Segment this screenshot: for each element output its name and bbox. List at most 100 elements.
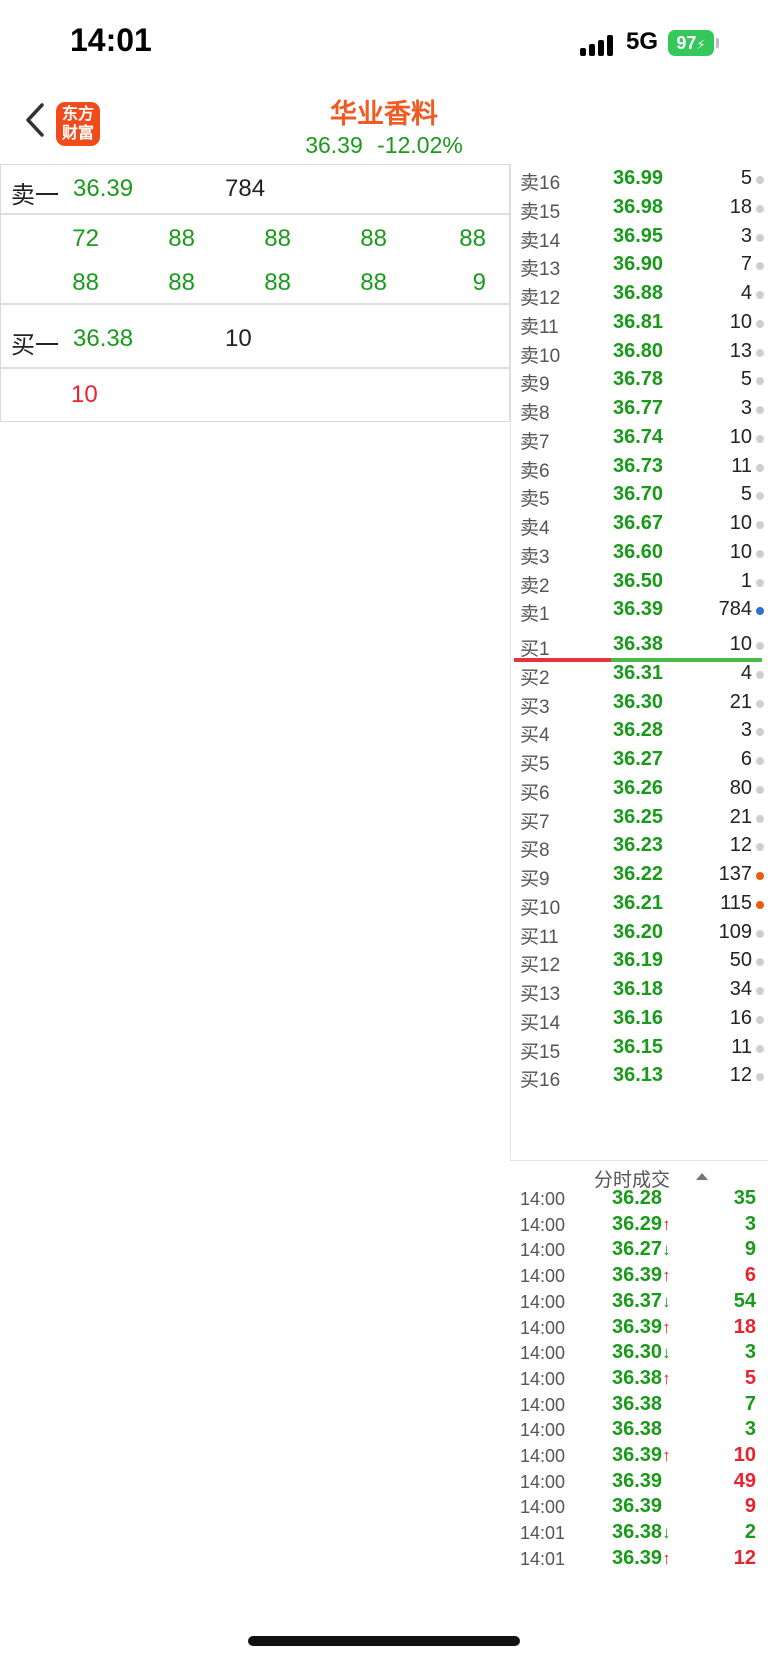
bids-level-label: 买7 <box>520 811 550 833</box>
asks-row[interactable]: 卖9 36.78 5 <box>510 366 768 396</box>
trade-time: 14:01 <box>520 1548 566 1569</box>
sell-one-volume: 784 <box>225 175 266 202</box>
asks-row[interactable]: 卖7 36.74 10 <box>510 424 768 454</box>
dot-indicator-icon <box>756 607 764 616</box>
trade-time: 14:01 <box>520 1523 566 1544</box>
asks-volume: 5 <box>740 483 752 506</box>
asks-row[interactable]: 卖16 36.99 5 <box>510 165 768 195</box>
trade-row: 14:00 36.28 35 <box>510 1186 768 1213</box>
collapse-arrow-icon[interactable] <box>696 1173 708 1180</box>
bids-row[interactable]: 买10 36.21 115 <box>510 890 768 920</box>
dot-indicator-icon <box>756 642 764 650</box>
asks-row[interactable]: 卖13 36.90 7 <box>510 251 768 281</box>
bids-volume: 21 <box>729 690 752 713</box>
bids-row[interactable]: 买14 36.16 16 <box>510 1005 768 1035</box>
asks-row[interactable]: 卖15 36.98 18 <box>510 194 768 224</box>
trade-time: 14:00 <box>520 1368 566 1389</box>
bids-level-label: 买9 <box>520 869 550 890</box>
bids-level-label: 买13 <box>520 984 561 1005</box>
dot-indicator-icon <box>756 1015 764 1024</box>
bids-row[interactable]: 买1 36.38 10 <box>510 631 768 661</box>
asks-row[interactable]: 卖6 36.73 11 <box>510 453 768 483</box>
up-arrow-icon: ↑ <box>662 1214 671 1234</box>
asks-level-label: 卖6 <box>520 460 550 482</box>
asks-row[interactable]: 卖14 36.95 3 <box>510 223 768 253</box>
trade-price: 36.39 <box>612 1495 663 1518</box>
asks-row[interactable]: 卖3 36.60 10 <box>510 539 768 569</box>
bids-level-label: 买5 <box>520 754 550 775</box>
bids-volume: 34 <box>729 978 752 1000</box>
asks-volume: 3 <box>740 397 752 419</box>
bids-volume: 3 <box>740 719 752 742</box>
asks-volume: 11 <box>731 454 752 477</box>
asks-row[interactable]: 卖11 36.81 10 <box>510 309 768 339</box>
bids-row[interactable]: 买3 36.30 21 <box>510 689 768 719</box>
queue-cell: 88 <box>72 269 99 296</box>
network-type: 5G <box>626 28 659 55</box>
asks-row[interactable]: 卖5 36.70 5 <box>510 481 768 511</box>
dot-indicator-icon <box>756 492 764 501</box>
bids-level-label: 买3 <box>520 696 550 718</box>
trade-volume: 7 <box>744 1392 756 1415</box>
up-arrow-icon: ↑ <box>662 1317 671 1337</box>
bids-row[interactable]: 买5 36.27 6 <box>510 746 768 776</box>
trade-time: 14:00 <box>520 1446 566 1466</box>
bids-row[interactable]: 买12 36.19 50 <box>510 947 768 977</box>
bids-level-label: 买16 <box>520 1070 561 1092</box>
asks-row[interactable]: 卖4 36.67 10 <box>510 510 768 540</box>
dot-indicator-icon <box>756 176 764 184</box>
asks-row[interactable]: 卖1 36.39 784 <box>510 596 768 626</box>
asks-volume: 10 <box>729 540 752 563</box>
trades-header[interactable]: 分时成交 <box>510 1160 768 1191</box>
trade-row: 14:00 36.38 7 <box>510 1392 768 1419</box>
asks-level-label: 卖14 <box>520 230 561 252</box>
dot-indicator-icon <box>756 958 764 967</box>
dot-indicator-icon <box>756 900 764 909</box>
trade-row: 14:00 36.37↓ 54 <box>510 1289 768 1316</box>
clock: 14:01 <box>70 22 152 58</box>
home-indicator[interactable] <box>248 1636 520 1646</box>
bids-row[interactable]: 买7 36.25 21 <box>510 804 768 834</box>
sell-one-row: 卖一 36.39 784 <box>1 165 509 215</box>
asks-row[interactable]: 卖2 36.50 1 <box>510 568 768 598</box>
asks-volume: 784 <box>718 598 752 621</box>
stock-header: 东方 财富 华业香料 36.39 -12.02% <box>0 88 768 164</box>
bids-row[interactable]: 买8 36.23 12 <box>510 832 768 862</box>
bids-level-label: 买14 <box>520 1012 561 1034</box>
trade-row: 14:00 36.38↑ 5 <box>510 1366 768 1393</box>
asks-level-label: 卖15 <box>520 201 561 223</box>
bids-row[interactable]: 买13 36.18 34 <box>510 976 768 1006</box>
bids-level-label: 买10 <box>520 897 561 919</box>
asks-row[interactable]: 卖12 36.88 4 <box>510 280 768 310</box>
battery-level: 97 <box>676 33 697 53</box>
bids-volume: 4 <box>740 661 752 684</box>
asks-row[interactable]: 卖10 36.80 13 <box>510 338 768 368</box>
asks-row[interactable]: 卖8 36.77 3 <box>510 395 768 425</box>
trade-volume: 3 <box>744 1418 756 1441</box>
bids-level-label: 买12 <box>520 955 561 977</box>
dot-indicator-icon <box>756 291 764 299</box>
bids-row[interactable]: 买2 36.31 4 <box>510 660 768 690</box>
asks-level-label: 卖8 <box>520 403 550 424</box>
dot-indicator-icon <box>756 233 764 242</box>
trade-price: 36.27↓ <box>612 1238 671 1261</box>
bids-volume: 6 <box>740 748 752 770</box>
bids-row[interactable]: 买11 36.20 109 <box>510 919 768 949</box>
bids-row[interactable]: 买9 36.22 137 <box>510 861 768 891</box>
queue-cell: 9 <box>472 269 486 296</box>
bids-level-label: 买15 <box>520 1041 561 1063</box>
stock-price: 36.39 <box>305 132 363 158</box>
battery-icon: 97⚡ <box>668 30 714 56</box>
trade-price: 36.39 <box>612 1469 663 1492</box>
trade-time: 14:00 <box>520 1343 566 1364</box>
bids-row[interactable]: 买15 36.15 11 <box>510 1034 768 1064</box>
stock-quote: 36.39 -12.02% <box>0 132 768 159</box>
buy-one-label: 买一 <box>11 332 59 359</box>
trade-price: 36.39↑ <box>612 1315 671 1338</box>
bids-row[interactable]: 买4 36.28 3 <box>510 717 768 747</box>
bids-row[interactable]: 买6 36.26 80 <box>510 775 768 805</box>
bids-row[interactable]: 买16 36.13 12 <box>510 1062 768 1092</box>
trade-time: 14:00 <box>520 1240 566 1261</box>
trade-price: 36.39↑ <box>612 1444 671 1466</box>
trade-row: 14:01 36.38↓ 2 <box>510 1520 768 1547</box>
